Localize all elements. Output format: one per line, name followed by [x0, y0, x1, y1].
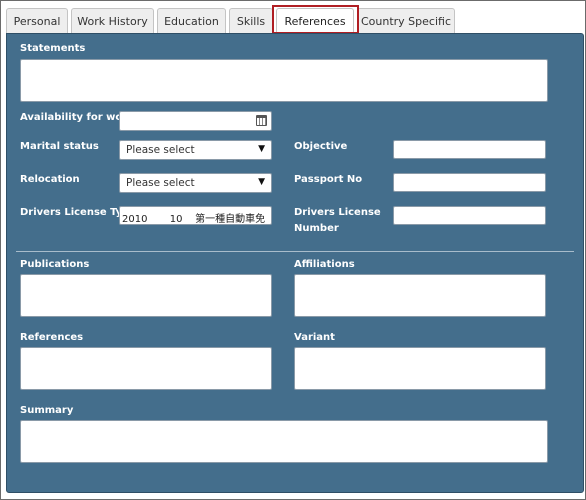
statements-field[interactable]: [20, 59, 548, 102]
drivers-license-type-field[interactable]: 2010 10 第一種自動車免: [119, 206, 272, 225]
passport-label: Passport No: [294, 174, 363, 185]
chevron-down-icon: ▼: [258, 144, 265, 154]
tab-skills[interactable]: Skills: [229, 8, 273, 33]
window-frame: Personal Work History Education Skills R…: [0, 0, 586, 500]
section-divider: [16, 251, 574, 252]
passport-field[interactable]: [393, 173, 546, 192]
references-label: References: [20, 332, 84, 343]
relocation-select[interactable]: Please select ▼: [119, 173, 272, 193]
relocation-value: Please select: [126, 177, 195, 189]
objective-label: Objective: [294, 141, 348, 152]
summary-label: Summary: [20, 405, 74, 416]
availability-label: Availability for work: [20, 112, 134, 123]
tab-education[interactable]: Education: [157, 8, 226, 33]
chevron-down-icon: ▼: [258, 177, 265, 187]
publications-label: Publications: [20, 259, 90, 270]
statements-label: Statements: [20, 43, 86, 54]
drivers-license-number-field[interactable]: [393, 206, 546, 225]
variant-label: Variant: [294, 332, 335, 343]
drivers-license-type-value: 2010 10 第一種自動車免: [122, 214, 266, 225]
tab-country-specific[interactable]: Country Specific: [357, 8, 455, 33]
form-panel: Statements Availability for work Marital…: [6, 33, 584, 493]
drivers-license-number-label-line2: Number: [294, 223, 339, 234]
summary-field[interactable]: [20, 420, 548, 463]
affiliations-label: Affiliations: [294, 259, 355, 270]
drivers-license-number-label: Drivers License Number: [294, 205, 381, 237]
references-field[interactable]: [20, 347, 272, 390]
variant-field[interactable]: [294, 347, 546, 390]
relocation-label: Relocation: [20, 174, 80, 185]
tab-references[interactable]: References: [276, 8, 354, 34]
objective-field[interactable]: [393, 140, 546, 159]
marital-status-select[interactable]: Please select ▼: [119, 140, 272, 160]
calendar-icon[interactable]: [256, 115, 267, 126]
drivers-license-number-label-line1: Drivers License: [294, 207, 381, 218]
availability-date-field[interactable]: [119, 111, 272, 131]
tab-personal[interactable]: Personal: [6, 8, 68, 33]
marital-status-label: Marital status: [20, 141, 99, 152]
publications-field[interactable]: [20, 274, 272, 317]
affiliations-field[interactable]: [294, 274, 546, 317]
tab-work-history[interactable]: Work History: [71, 8, 154, 33]
marital-status-value: Please select: [126, 144, 195, 156]
